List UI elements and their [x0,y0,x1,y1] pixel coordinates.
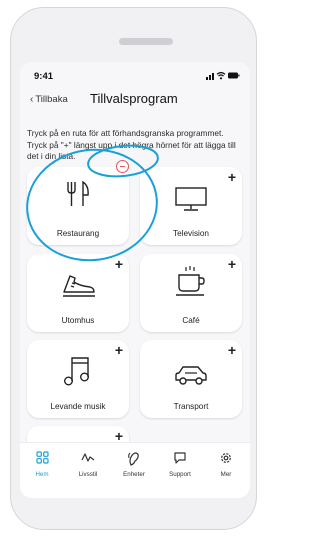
page-title: Tillvalsprogram [90,91,178,106]
add-button[interactable]: + [115,429,123,443]
back-button[interactable]: ‹ Tillbaka [30,94,68,105]
card-label: Café [182,316,200,325]
status-bar: 9:41 [20,62,250,86]
program-card-restaurang[interactable]: Restaurang [27,167,129,245]
card-label: Transport [173,402,209,411]
battery-icon [228,72,240,79]
add-button[interactable]: + [115,343,123,357]
chat-bubble-icon [158,451,202,467]
gear-icon [204,451,248,467]
status-icons [206,71,240,81]
nav-bar: ‹ Tillbaka Tillvalsprogram [20,91,250,111]
card-label: Television [173,229,209,238]
program-card-transport[interactable]: + Transport [140,340,242,418]
card-label: Levande musik [50,402,106,411]
tab-enheter[interactable]: Enheter [112,451,156,478]
cutlery-icon [63,180,93,212]
tv-icon [174,187,208,216]
app-screen: 9:41 ‹ Tillbaka Tillvalsprogram Tryck på… [20,62,250,498]
activity-icon [66,451,110,467]
add-button[interactable]: + [115,257,123,271]
card-label: Utomhus [61,316,95,325]
tab-livsstil[interactable]: Livsstil [66,451,110,478]
tab-label: Livsstil [78,471,98,478]
home-grid-icon [20,451,64,467]
tab-hem[interactable]: Hem [20,451,64,478]
chevron-left-icon: ‹ [30,94,34,105]
add-button[interactable]: + [228,257,236,271]
tab-mer[interactable]: Mer [204,451,248,478]
status-time: 9:41 [34,71,54,82]
program-card-cafe[interactable]: + Café [140,254,242,332]
signal-icon [206,73,214,80]
back-label: Tillbaka [35,94,68,105]
phone-speaker [119,38,173,45]
hearing-aid-icon [112,451,156,467]
card-label: Restaurang [56,229,100,238]
add-button[interactable]: + [228,343,236,357]
program-card-utomhus[interactable]: + Utomhus [27,254,129,332]
music-note-icon [63,354,93,393]
bottom-tab-bar: Hem Livsstil Enheter Support Mer [20,442,250,498]
tab-label: Support [169,471,191,478]
shoe-icon [60,272,96,305]
tab-label: Mer [220,471,232,478]
wifi-icon [216,71,226,80]
car-icon [173,364,209,391]
instructions-text: Tryck på en ruta för att förhandsgranska… [27,128,236,161]
tab-label: Enheter [123,471,145,478]
tab-label: Hem [35,471,49,478]
program-card-television[interactable]: + Television [140,167,242,245]
add-button[interactable]: + [228,170,236,184]
coffee-cup-icon [174,266,208,303]
program-card-levande-musik[interactable]: + Levande musik [27,340,129,418]
remove-badge[interactable] [116,160,129,173]
tab-support[interactable]: Support [158,451,202,478]
